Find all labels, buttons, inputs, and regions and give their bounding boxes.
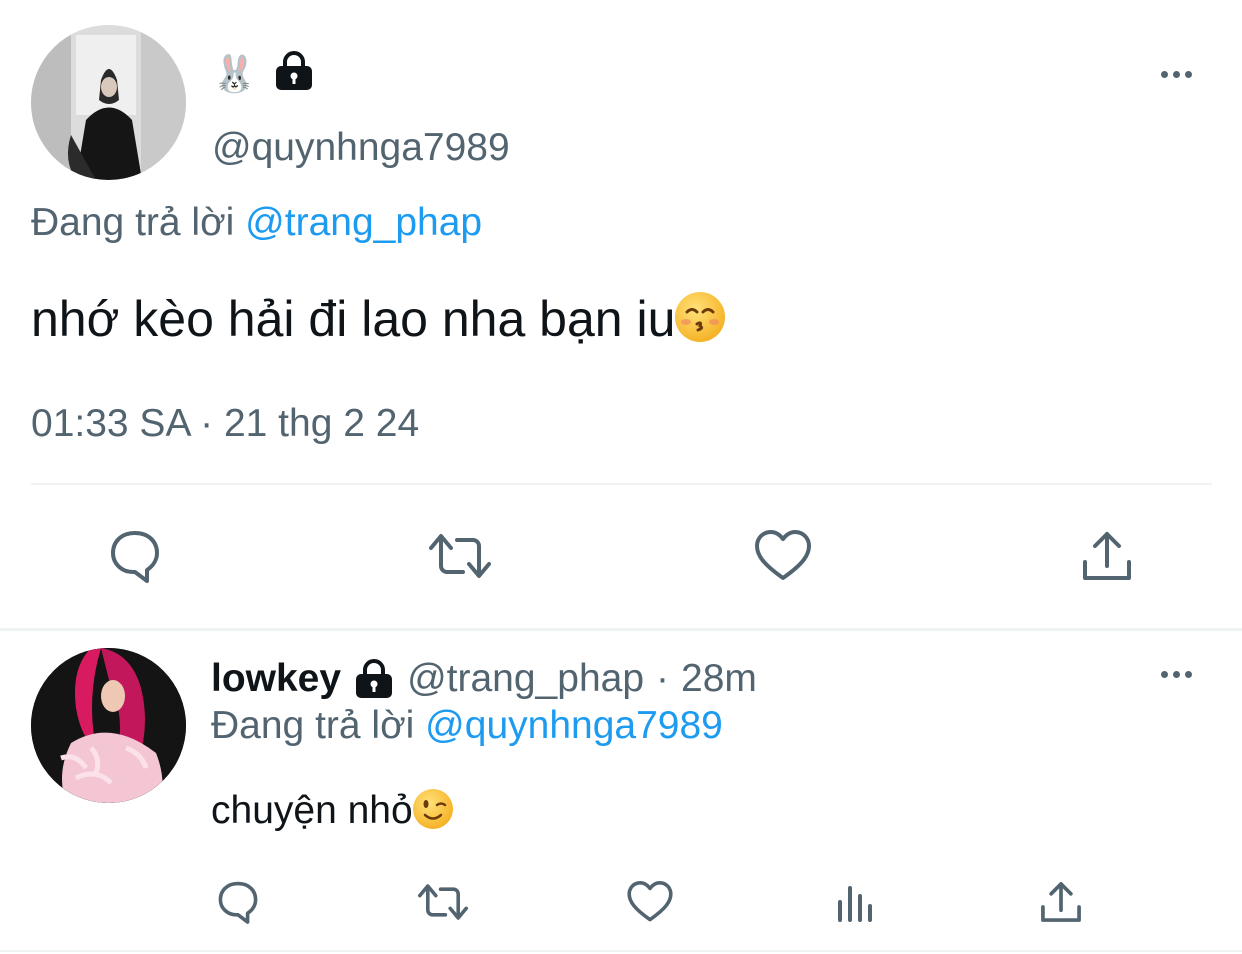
more-dots-icon bbox=[1161, 671, 1168, 678]
reply-button[interactable] bbox=[100, 525, 170, 587]
reply-context: Đang trả lời @quynhnga7989 bbox=[211, 703, 723, 749]
avatar-photo bbox=[31, 25, 186, 180]
reply-button[interactable] bbox=[210, 876, 266, 928]
divider bbox=[31, 483, 1212, 485]
reply-handle[interactable]: @trang_phap bbox=[407, 656, 644, 702]
reply-header: lowkey @trang_phap · 28m bbox=[211, 656, 757, 702]
reply-text-body: chuyện nhỏ bbox=[211, 789, 413, 832]
lock-icon bbox=[353, 659, 395, 699]
share-button[interactable] bbox=[1036, 876, 1086, 928]
reply-prefix: Đang trả lời bbox=[211, 704, 415, 747]
more-options-button[interactable] bbox=[1161, 71, 1192, 78]
reply-more-options-button[interactable] bbox=[1161, 671, 1192, 678]
header-separator: · bbox=[656, 657, 670, 700]
lock-icon bbox=[273, 51, 315, 96]
reply-to-link[interactable]: @trang_phap bbox=[245, 201, 482, 244]
retweet-button[interactable] bbox=[422, 525, 497, 587]
avatar-photo bbox=[31, 648, 186, 803]
display-name-emoji: 🐰 bbox=[212, 54, 257, 95]
reply-prefix: Đang trả lời bbox=[31, 201, 235, 244]
tweet-timestamp[interactable]: 01:33 SA · 21 thg 2 24 bbox=[31, 401, 419, 447]
bottom-divider bbox=[0, 950, 1242, 952]
section-divider bbox=[0, 628, 1242, 631]
reply-time[interactable]: 28m bbox=[681, 656, 757, 702]
like-button[interactable] bbox=[623, 876, 677, 928]
reply-context: Đang trả lời @trang_phap bbox=[31, 200, 482, 246]
avatar-quynhnga7989[interactable] bbox=[31, 25, 186, 180]
share-icon bbox=[1083, 532, 1131, 580]
share-button[interactable] bbox=[1075, 525, 1139, 587]
avatar-trang-phap[interactable] bbox=[31, 648, 186, 803]
like-button[interactable] bbox=[750, 525, 816, 587]
reply-icon bbox=[218, 881, 258, 924]
retweet-button[interactable] bbox=[413, 876, 473, 928]
retweet-icon bbox=[428, 534, 491, 578]
reply-to-link[interactable]: @quynhnga7989 bbox=[425, 704, 723, 747]
more-dots-icon bbox=[1161, 71, 1168, 78]
winking-face-emoji bbox=[412, 789, 453, 829]
heart-icon bbox=[627, 881, 673, 922]
tweet-handle[interactable]: @quynhnga7989 bbox=[212, 126, 510, 170]
tweet-text: nhớ kèo hải đi lao nha bạn iu bbox=[31, 290, 726, 348]
views-button[interactable] bbox=[832, 876, 880, 928]
reply-icon bbox=[111, 531, 159, 583]
views-chart-icon bbox=[838, 886, 872, 922]
reply-text: chuyện nhỏ bbox=[211, 788, 453, 834]
tweet-text-body: nhớ kèo hải đi lao nha bạn iu bbox=[31, 291, 676, 347]
reply-display-name[interactable]: lowkey bbox=[211, 656, 341, 702]
retweet-icon bbox=[418, 884, 468, 920]
heart-icon bbox=[755, 530, 811, 580]
share-icon bbox=[1041, 882, 1081, 922]
kissing-face-emoji bbox=[675, 292, 726, 342]
